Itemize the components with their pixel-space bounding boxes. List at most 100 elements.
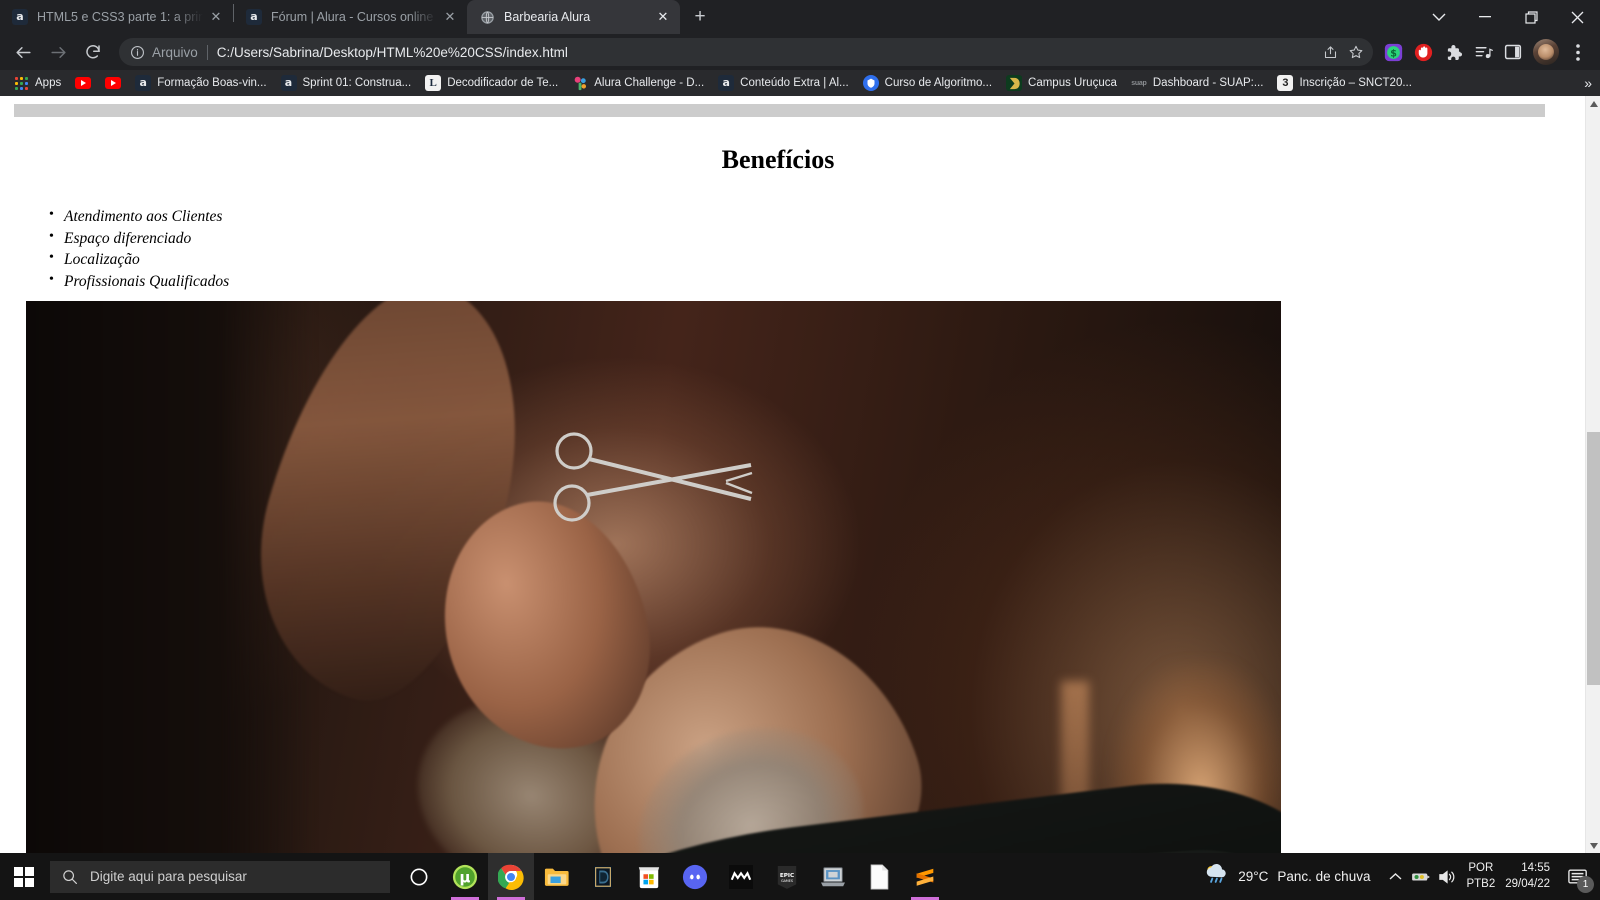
discord-icon[interactable] bbox=[672, 853, 718, 900]
text-document-icon[interactable] bbox=[856, 853, 902, 900]
maximize-icon[interactable] bbox=[1508, 0, 1554, 34]
league-of-legends-icon[interactable] bbox=[580, 853, 626, 900]
avatar[interactable] bbox=[1533, 39, 1559, 65]
bookmark-label: Conteúdo Extra | Al... bbox=[740, 77, 849, 89]
clock-time: 14:55 bbox=[1521, 861, 1550, 874]
alura-icon: a bbox=[246, 9, 262, 25]
bookmark-label: Curso de Algoritmo... bbox=[884, 77, 993, 89]
notification-count-badge: 1 bbox=[1577, 876, 1594, 893]
globe-icon bbox=[479, 9, 495, 25]
microsoft-store-icon[interactable] bbox=[626, 853, 672, 900]
cortana-icon[interactable] bbox=[396, 853, 442, 900]
address-bar[interactable]: Arquivo C:/Users/Sabrina/Desktop/HTML%20… bbox=[119, 38, 1373, 66]
svg-text:µ: µ bbox=[460, 868, 471, 886]
back-icon[interactable] bbox=[8, 37, 38, 67]
bookmark-youtube-1[interactable] bbox=[68, 72, 98, 94]
network-icon[interactable] bbox=[1408, 853, 1434, 900]
browser-tab-0[interactable]: a HTML5 e CSS3 parte 1: a primeira ✕ bbox=[0, 0, 233, 34]
apps-grid-icon bbox=[13, 75, 29, 91]
youtube-icon bbox=[75, 75, 92, 91]
chrome-browser-window: a HTML5 e CSS3 parte 1: a primeira ✕ a F… bbox=[0, 0, 1600, 853]
bookmark-decodificador[interactable]: L Decodificador de Te... bbox=[418, 72, 565, 94]
minimize-icon[interactable] bbox=[1462, 0, 1508, 34]
adblock-extension-icon[interactable] bbox=[1409, 38, 1437, 66]
youtube-icon bbox=[105, 75, 122, 91]
honey-extension-icon[interactable]: $ bbox=[1379, 38, 1407, 66]
browser-tab-2[interactable]: Barbearia Alura ✕ bbox=[467, 0, 680, 34]
svg-text:$: $ bbox=[1390, 48, 1397, 59]
campus-icon bbox=[1006, 75, 1023, 91]
page-title: Benefícios bbox=[721, 145, 835, 174]
clock[interactable]: 14:55 29/04/22 bbox=[1505, 861, 1550, 892]
reload-icon[interactable] bbox=[78, 37, 108, 67]
modern-warfare-icon[interactable] bbox=[718, 853, 764, 900]
url-text: C:/Users/Sabrina/Desktop/HTML%20e%20CSS/… bbox=[216, 44, 568, 60]
google-chrome-icon[interactable] bbox=[488, 853, 534, 900]
close-icon[interactable]: ✕ bbox=[654, 8, 672, 26]
bookmark-label: Apps bbox=[35, 77, 62, 89]
remote-desktop-icon[interactable] bbox=[810, 853, 856, 900]
puzzle-extensions-icon[interactable] bbox=[1439, 38, 1467, 66]
bookmark-snct[interactable]: 3 Inscrição – SNCT20... bbox=[1270, 72, 1418, 94]
three-icon: 3 bbox=[1277, 75, 1294, 91]
bookmark-sprint[interactable]: a Sprint 01: Construa... bbox=[274, 72, 419, 94]
bookmark-label: Formação Boas-vin... bbox=[157, 77, 267, 89]
close-icon[interactable]: ✕ bbox=[207, 8, 225, 26]
show-hidden-icons-icon[interactable] bbox=[1382, 853, 1408, 900]
alura-icon: a bbox=[12, 9, 28, 25]
kebab-menu-icon[interactable] bbox=[1564, 38, 1592, 66]
taskbar-search-input[interactable]: Digite aqui para pesquisar bbox=[50, 860, 390, 893]
scrollbar-thumb[interactable] bbox=[1587, 432, 1600, 685]
url-scheme-label: Arquivo bbox=[152, 44, 198, 60]
utorrent-icon[interactable]: µ bbox=[442, 853, 488, 900]
page-scrollbar[interactable] bbox=[1585, 96, 1600, 853]
rain-cloud-icon bbox=[1203, 863, 1229, 890]
page-viewport: Benefícios Atendimento aos Clientes Espa… bbox=[0, 96, 1600, 853]
bookmark-campus-urucuca[interactable]: Campus Uruçuca bbox=[999, 72, 1124, 94]
tab-search-icon[interactable] bbox=[1416, 0, 1462, 34]
star-icon[interactable] bbox=[1343, 39, 1369, 65]
bookmark-youtube-2[interactable] bbox=[98, 72, 128, 94]
bookmark-algoritmos[interactable]: Curso de Algoritmo... bbox=[856, 72, 999, 94]
bookmark-formacao[interactable]: a Formação Boas-vin... bbox=[128, 72, 273, 94]
browser-toolbar: Arquivo C:/Users/Sabrina/Desktop/HTML%20… bbox=[0, 34, 1600, 70]
bookmark-conteudo-extra[interactable]: a Conteúdo Extra | Al... bbox=[711, 72, 855, 94]
browser-tab-1[interactable]: a Fórum | Alura - Cursos online de ✕ bbox=[234, 0, 467, 34]
new-tab-button[interactable]: + bbox=[686, 3, 714, 31]
windows-taskbar: Digite aqui para pesquisar µ EPIC GAMES … bbox=[0, 853, 1600, 900]
svg-text:GAMES: GAMES bbox=[781, 879, 793, 883]
document-icon: L bbox=[425, 75, 442, 91]
bookmark-label: Inscrição – SNCT20... bbox=[1299, 77, 1412, 89]
volume-icon[interactable] bbox=[1434, 853, 1460, 900]
forward-icon[interactable] bbox=[43, 37, 73, 67]
language-indicator[interactable]: POR PTB2 bbox=[1466, 861, 1495, 892]
bookmark-challenge[interactable]: Alura Challenge - D... bbox=[565, 72, 711, 94]
media-queue-icon[interactable] bbox=[1469, 38, 1497, 66]
omnibox-divider bbox=[206, 44, 208, 60]
bookmark-suap[interactable]: suap Dashboard - SUAP:... bbox=[1124, 72, 1271, 94]
scissors-shape bbox=[553, 432, 753, 522]
bookmark-apps[interactable]: Apps bbox=[6, 72, 68, 94]
sublime-text-icon[interactable] bbox=[902, 853, 948, 900]
epic-games-icon[interactable]: EPIC GAMES bbox=[764, 853, 810, 900]
close-icon[interactable]: ✕ bbox=[441, 8, 459, 26]
close-icon[interactable] bbox=[1554, 0, 1600, 34]
weather-widget[interactable]: 29°C Panc. de chuva bbox=[1203, 863, 1370, 890]
bookmarks-overflow-button[interactable]: » bbox=[1584, 75, 1592, 91]
list-item: Profissionais Qualificados bbox=[36, 272, 229, 291]
clock-date: 29/04/22 bbox=[1505, 877, 1550, 890]
file-explorer-icon[interactable] bbox=[534, 853, 580, 900]
scroll-down-icon[interactable] bbox=[1586, 838, 1600, 853]
reading-list-icon[interactable] bbox=[1499, 38, 1527, 66]
bookmark-label: Dashboard - SUAP:... bbox=[1152, 77, 1264, 89]
barber-photo bbox=[26, 301, 1281, 853]
share-icon[interactable] bbox=[1317, 39, 1343, 65]
bookmark-label: Campus Uruçuca bbox=[1028, 77, 1117, 89]
weather-temp: 29°C bbox=[1238, 869, 1269, 884]
scroll-up-icon[interactable] bbox=[1586, 96, 1600, 111]
info-circle-icon[interactable] bbox=[129, 44, 146, 61]
action-center-icon[interactable]: 1 bbox=[1560, 853, 1596, 900]
list-item: Atendimento aos Clientes bbox=[36, 207, 229, 226]
language-line-2: PTB2 bbox=[1466, 877, 1496, 890]
start-button[interactable] bbox=[0, 853, 48, 900]
